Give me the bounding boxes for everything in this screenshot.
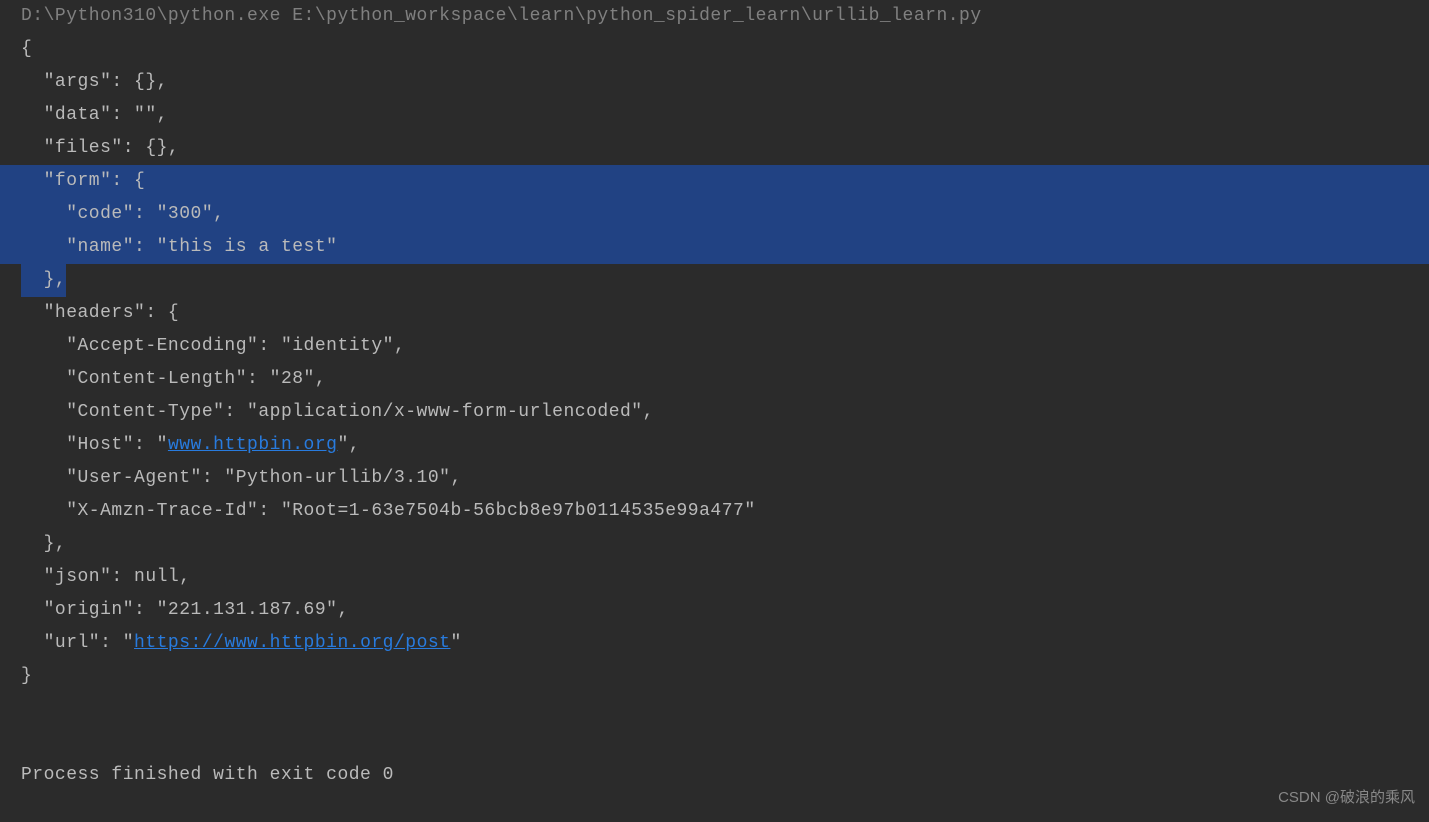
json-open: { <box>21 33 1429 66</box>
command-line: D:\Python310\python.exe E:\python_worksp… <box>21 0 1429 33</box>
json-json: "json": null, <box>21 561 1429 594</box>
json-data: "data": "", <box>21 99 1429 132</box>
blank-line-2 <box>21 726 1429 759</box>
json-form-name: "name": "this is a test" <box>0 231 1429 264</box>
json-form-code: "code": "300", <box>0 198 1429 231</box>
json-headers-open: "headers": { <box>21 297 1429 330</box>
json-close: } <box>21 660 1429 693</box>
json-accept-encoding: "Accept-Encoding": "identity", <box>21 330 1429 363</box>
json-files: "files": {}, <box>21 132 1429 165</box>
json-content-type: "Content-Type": "application/x-www-form-… <box>21 396 1429 429</box>
json-form-close: }, <box>21 264 1429 297</box>
console-output[interactable]: D:\Python310\python.exe E:\python_worksp… <box>0 0 1429 792</box>
json-url: "url": "https://www.httpbin.org/post" <box>21 627 1429 660</box>
json-user-agent: "User-Agent": "Python-urllib/3.10", <box>21 462 1429 495</box>
json-content-length: "Content-Length": "28", <box>21 363 1429 396</box>
blank-line-1 <box>21 693 1429 726</box>
exit-line: Process finished with exit code 0 <box>21 759 1429 792</box>
json-host: "Host": "www.httpbin.org", <box>21 429 1429 462</box>
json-origin: "origin": "221.131.187.69", <box>21 594 1429 627</box>
json-args: "args": {}, <box>21 66 1429 99</box>
watermark: CSDN @破浪的乘风 <box>1278 781 1415 814</box>
host-link[interactable]: www.httpbin.org <box>168 435 338 455</box>
json-form-open: "form": { <box>0 165 1429 198</box>
json-headers-close: }, <box>21 528 1429 561</box>
url-link[interactable]: https://www.httpbin.org/post <box>134 633 450 653</box>
json-trace-id: "X-Amzn-Trace-Id": "Root=1-63e7504b-56bc… <box>21 495 1429 528</box>
